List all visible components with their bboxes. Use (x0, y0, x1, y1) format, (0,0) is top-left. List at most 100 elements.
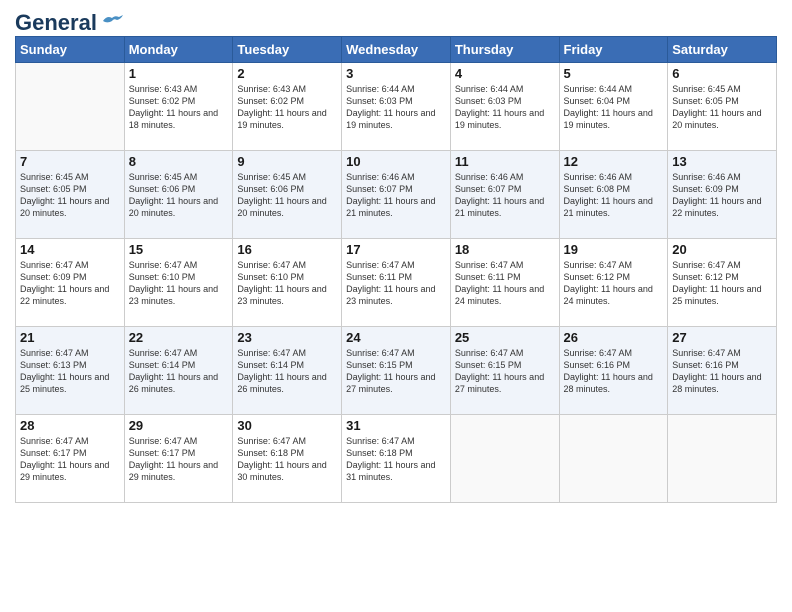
day-number: 20 (672, 242, 772, 257)
day-number: 2 (237, 66, 337, 81)
day-info: Sunrise: 6:44 AMSunset: 6:04 PMDaylight:… (564, 83, 664, 132)
day-number: 24 (346, 330, 446, 345)
day-info: Sunrise: 6:46 AMSunset: 6:07 PMDaylight:… (455, 171, 555, 220)
calendar-week-row: 14Sunrise: 6:47 AMSunset: 6:09 PMDayligh… (16, 239, 777, 327)
day-info: Sunrise: 6:47 AMSunset: 6:13 PMDaylight:… (20, 347, 120, 396)
day-number: 16 (237, 242, 337, 257)
day-info: Sunrise: 6:47 AMSunset: 6:15 PMDaylight:… (346, 347, 446, 396)
day-info: Sunrise: 6:47 AMSunset: 6:14 PMDaylight:… (129, 347, 229, 396)
day-number: 12 (564, 154, 664, 169)
day-number: 15 (129, 242, 229, 257)
day-number: 17 (346, 242, 446, 257)
logo: General (15, 10, 123, 30)
table-cell: 20 Sunrise: 6:47 AMSunset: 6:12 PMDayligh… (668, 239, 777, 327)
calendar-table: Sunday Monday Tuesday Wednesday Thursday… (15, 36, 777, 503)
table-cell: 3 Sunrise: 6:44 AMSunset: 6:03 PMDaylight… (342, 63, 451, 151)
table-cell: 12 Sunrise: 6:46 AMSunset: 6:08 PMDayligh… (559, 151, 668, 239)
day-info: Sunrise: 6:45 AMSunset: 6:06 PMDaylight:… (129, 171, 229, 220)
table-cell: 26 Sunrise: 6:47 AMSunset: 6:16 PMDayligh… (559, 327, 668, 415)
calendar-week-row: 21 Sunrise: 6:47 AMSunset: 6:13 PMDayligh… (16, 327, 777, 415)
table-cell: 31Sunrise: 6:47 AMSunset: 6:18 PMDayligh… (342, 415, 451, 503)
day-info: Sunrise: 6:47 AMSunset: 6:16 PMDaylight:… (672, 347, 772, 396)
col-sunday: Sunday (16, 37, 125, 63)
day-number: 8 (129, 154, 229, 169)
day-number: 30 (237, 418, 337, 433)
calendar-week-row: 28 Sunrise: 6:47 AMSunset: 6:17 PMDayligh… (16, 415, 777, 503)
day-number: 11 (455, 154, 555, 169)
day-number: 1 (129, 66, 229, 81)
day-info: Sunrise: 6:47 AMSunset: 6:11 PMDaylight:… (455, 259, 555, 308)
table-cell: 17 Sunrise: 6:47 AMSunset: 6:11 PMDayligh… (342, 239, 451, 327)
day-number: 31 (346, 418, 446, 433)
table-cell: 8 Sunrise: 6:45 AMSunset: 6:06 PMDaylight… (124, 151, 233, 239)
day-number: 29 (129, 418, 229, 433)
table-cell: 9 Sunrise: 6:45 AMSunset: 6:06 PMDaylight… (233, 151, 342, 239)
calendar-week-row: 7 Sunrise: 6:45 AMSunset: 6:05 PMDaylight… (16, 151, 777, 239)
calendar-week-row: 1 Sunrise: 6:43 AMSunset: 6:02 PMDaylight… (16, 63, 777, 151)
table-cell: 28 Sunrise: 6:47 AMSunset: 6:17 PMDayligh… (16, 415, 125, 503)
day-number: 13 (672, 154, 772, 169)
table-cell: 18Sunrise: 6:47 AMSunset: 6:11 PMDayligh… (450, 239, 559, 327)
day-info: Sunrise: 6:47 AMSunset: 6:14 PMDaylight:… (237, 347, 337, 396)
day-info: Sunrise: 6:47 AMSunset: 6:12 PMDaylight:… (672, 259, 772, 308)
table-cell (16, 63, 125, 151)
day-number: 28 (20, 418, 120, 433)
day-info: Sunrise: 6:47 AMSunset: 6:15 PMDaylight:… (455, 347, 555, 396)
day-number: 9 (237, 154, 337, 169)
table-cell: 5 Sunrise: 6:44 AMSunset: 6:04 PMDaylight… (559, 63, 668, 151)
table-cell: 21 Sunrise: 6:47 AMSunset: 6:13 PMDayligh… (16, 327, 125, 415)
table-cell: 24 Sunrise: 6:47 AMSunset: 6:15 PMDayligh… (342, 327, 451, 415)
day-info: Sunrise: 6:47 AMSunset: 6:12 PMDaylight:… (564, 259, 664, 308)
day-info: Sunrise: 6:47 AMSunset: 6:18 PMDaylight:… (237, 435, 337, 484)
day-number: 23 (237, 330, 337, 345)
table-cell: 16 Sunrise: 6:47 AMSunset: 6:10 PMDayligh… (233, 239, 342, 327)
day-number: 7 (20, 154, 120, 169)
day-number: 22 (129, 330, 229, 345)
day-number: 10 (346, 154, 446, 169)
page: General Sunday Monday Tuesday Wednesday … (0, 0, 792, 612)
table-cell: 27 Sunrise: 6:47 AMSunset: 6:16 PMDayligh… (668, 327, 777, 415)
calendar-header-row: Sunday Monday Tuesday Wednesday Thursday… (16, 37, 777, 63)
day-info: Sunrise: 6:47 AMSunset: 6:09 PMDaylight:… (20, 259, 120, 308)
day-number: 25 (455, 330, 555, 345)
day-info: Sunrise: 6:45 AMSunset: 6:05 PMDaylight:… (20, 171, 120, 220)
day-info: Sunrise: 6:44 AMSunset: 6:03 PMDaylight:… (346, 83, 446, 132)
day-info: Sunrise: 6:46 AMSunset: 6:07 PMDaylight:… (346, 171, 446, 220)
day-info: Sunrise: 6:46 AMSunset: 6:08 PMDaylight:… (564, 171, 664, 220)
table-cell: 7 Sunrise: 6:45 AMSunset: 6:05 PMDaylight… (16, 151, 125, 239)
table-cell: 11 Sunrise: 6:46 AMSunset: 6:07 PMDayligh… (450, 151, 559, 239)
day-info: Sunrise: 6:43 AMSunset: 6:02 PMDaylight:… (129, 83, 229, 132)
table-cell: 25 Sunrise: 6:47 AMSunset: 6:15 PMDayligh… (450, 327, 559, 415)
col-thursday: Thursday (450, 37, 559, 63)
header: General (15, 10, 777, 30)
day-number: 21 (20, 330, 120, 345)
table-cell (450, 415, 559, 503)
day-info: Sunrise: 6:45 AMSunset: 6:06 PMDaylight:… (237, 171, 337, 220)
day-info: Sunrise: 6:44 AMSunset: 6:03 PMDaylight:… (455, 83, 555, 132)
table-cell: 14Sunrise: 6:47 AMSunset: 6:09 PMDayligh… (16, 239, 125, 327)
col-friday: Friday (559, 37, 668, 63)
col-saturday: Saturday (668, 37, 777, 63)
table-cell: 10 Sunrise: 6:46 AMSunset: 6:07 PMDayligh… (342, 151, 451, 239)
table-cell: 22 Sunrise: 6:47 AMSunset: 6:14 PMDayligh… (124, 327, 233, 415)
day-info: Sunrise: 6:47 AMSunset: 6:11 PMDaylight:… (346, 259, 446, 308)
day-info: Sunrise: 6:46 AMSunset: 6:09 PMDaylight:… (672, 171, 772, 220)
day-number: 3 (346, 66, 446, 81)
day-number: 27 (672, 330, 772, 345)
table-cell (559, 415, 668, 503)
day-info: Sunrise: 6:47 AMSunset: 6:17 PMDaylight:… (20, 435, 120, 484)
table-cell: 6Sunrise: 6:45 AMSunset: 6:05 PMDaylight… (668, 63, 777, 151)
day-number: 5 (564, 66, 664, 81)
table-cell (668, 415, 777, 503)
day-number: 19 (564, 242, 664, 257)
day-number: 26 (564, 330, 664, 345)
day-info: Sunrise: 6:47 AMSunset: 6:16 PMDaylight:… (564, 347, 664, 396)
table-cell: 29Sunrise: 6:47 AMSunset: 6:17 PMDayligh… (124, 415, 233, 503)
table-cell: 13 Sunrise: 6:46 AMSunset: 6:09 PMDayligh… (668, 151, 777, 239)
table-cell: 15 Sunrise: 6:47 AMSunset: 6:10 PMDayligh… (124, 239, 233, 327)
col-tuesday: Tuesday (233, 37, 342, 63)
day-info: Sunrise: 6:47 AMSunset: 6:10 PMDaylight:… (129, 259, 229, 308)
day-info: Sunrise: 6:47 AMSunset: 6:10 PMDaylight:… (237, 259, 337, 308)
table-cell: 4Sunrise: 6:44 AMSunset: 6:03 PMDaylight… (450, 63, 559, 151)
table-cell: 2Sunrise: 6:43 AMSunset: 6:02 PMDaylight… (233, 63, 342, 151)
